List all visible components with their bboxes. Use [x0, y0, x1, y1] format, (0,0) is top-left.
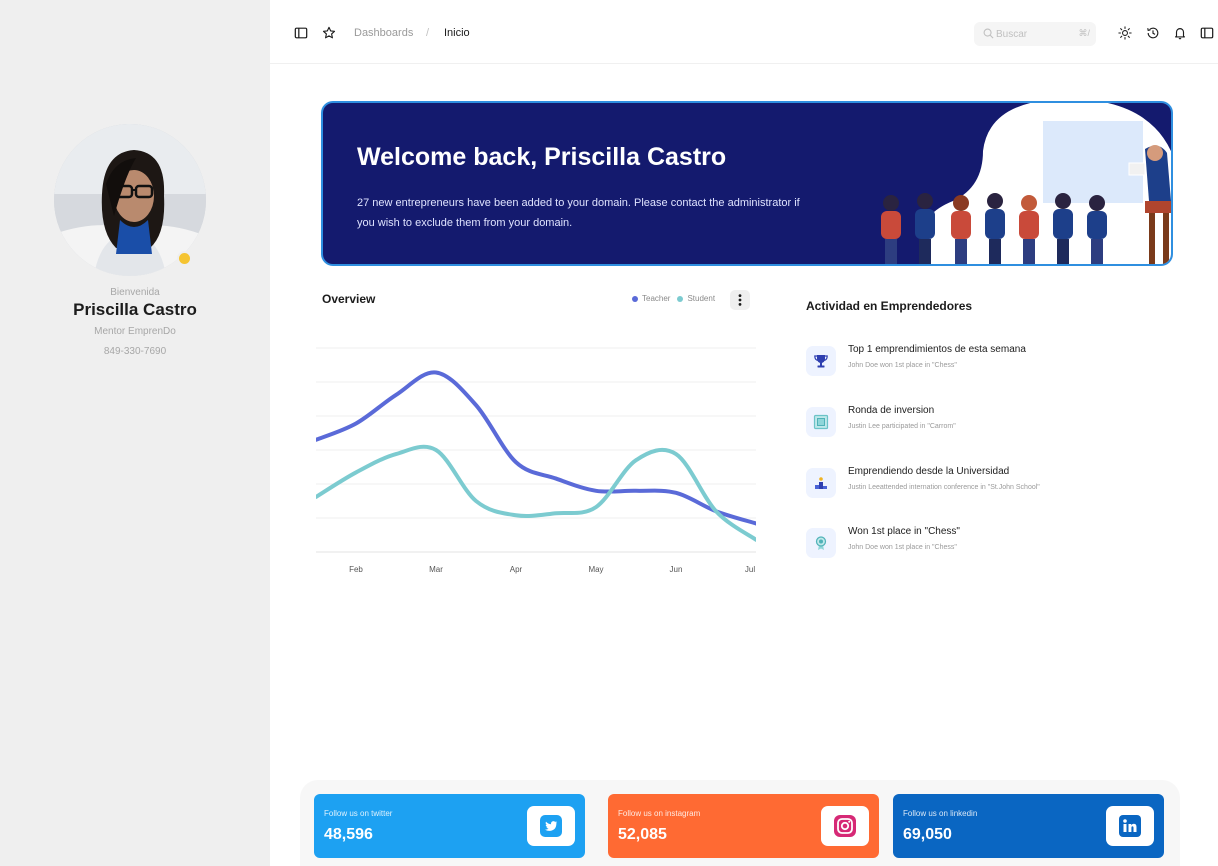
chart-more-button[interactable] — [730, 290, 750, 310]
instagram-card[interactable]: Follow us on instagram 52,085 — [608, 794, 879, 858]
user-phone: 849-330-7690 — [103, 346, 167, 357]
instagram-icon[interactable] — [821, 806, 869, 846]
activity-item[interactable]: Ronda de inversion Justin Lee participat… — [806, 405, 1186, 445]
twitter-icon[interactable] — [527, 806, 575, 846]
activity-desc: John Doe won 1st place in "Chess" — [848, 544, 957, 551]
x-tick-label: Jul — [745, 565, 755, 574]
trophy-icon — [806, 346, 836, 376]
user-role: Mentor EmprenDo — [94, 326, 176, 337]
online-status-dot — [177, 251, 192, 266]
overview-title: Overview — [322, 292, 376, 306]
instagram-count: 52,085 — [618, 826, 667, 843]
instagram-label: Follow us on instagram — [618, 809, 701, 818]
search-box[interactable]: ⌘/ — [974, 22, 1096, 46]
activity-title-text: Won 1st place in "Chess" — [848, 526, 960, 537]
series-line-teacher — [316, 370, 756, 526]
search-shortcut: ⌘/ — [1078, 28, 1090, 38]
theme-sun-icon[interactable] — [1118, 26, 1132, 40]
medal-icon — [806, 528, 836, 558]
activity-desc: Justin Lee participated in "Carrom" — [848, 423, 956, 430]
activity-title-text: Emprendiendo desde la Universidad — [848, 466, 1010, 477]
legend-student-label: Student — [687, 294, 716, 303]
bell-icon[interactable] — [1173, 26, 1187, 40]
chart-legend: Teacher Student — [632, 294, 722, 303]
activity-item[interactable]: Emprendiendo desde la Universidad Justin… — [806, 466, 1186, 506]
sidebar-toggle-icon[interactable] — [294, 26, 308, 40]
more-vertical-icon — [738, 294, 742, 306]
activity-title-text: Top 1 emprendimientos de esta semana — [848, 344, 1026, 355]
activity-title: Actividad en Emprendedores — [806, 299, 973, 313]
panel-toggle-icon[interactable] — [1200, 26, 1214, 40]
activity-item[interactable]: Won 1st place in "Chess" John Doe won 1s… — [806, 526, 1186, 566]
welcome-label: Bienvenida — [110, 287, 160, 298]
x-tick-label: Jun — [670, 565, 683, 574]
legend-teacher: Teacher — [632, 294, 670, 303]
linkedin-label: Follow us on linkedin — [903, 809, 978, 818]
linkedin-card[interactable]: Follow us on linkedin 69,050 — [893, 794, 1164, 858]
x-tick-label: Mar — [429, 565, 443, 574]
legend-teacher-label: Teacher — [642, 294, 671, 303]
classroom-illustration — [881, 103, 1171, 264]
linkedin-count: 69,050 — [903, 826, 952, 843]
history-icon[interactable] — [1146, 26, 1160, 40]
banner-text: 27 new entrepreneurs have been added to … — [357, 197, 800, 229]
series-line-student — [316, 444, 756, 542]
breadcrumb-inicio: Inicio — [444, 27, 470, 39]
overview-chart: Feb Mar Apr May Jun Jul — [316, 347, 756, 574]
podium-icon — [806, 468, 836, 498]
search-input[interactable] — [996, 22, 1068, 46]
twitter-count: 48,596 — [324, 826, 373, 843]
welcome-banner: Welcome back, Priscilla Castro 27 new en… — [321, 101, 1173, 266]
breadcrumb-separator: / — [426, 27, 430, 39]
x-tick-label: Feb — [349, 565, 363, 574]
activity-desc: Justin Leeattended internation conferenc… — [848, 484, 1040, 491]
linkedin-icon[interactable] — [1106, 806, 1154, 846]
activity-title-text: Ronda de inversion — [848, 405, 935, 416]
avatar[interactable] — [54, 124, 206, 276]
activity-item[interactable]: Top 1 emprendimientos de esta semana Joh… — [806, 344, 1186, 384]
x-tick-label: Apr — [510, 565, 523, 574]
x-tick-label: May — [588, 565, 603, 574]
legend-student-swatch — [677, 295, 684, 302]
breadcrumb-dashboards[interactable]: Dashboards — [354, 27, 413, 39]
search-icon — [983, 28, 994, 39]
sidebar: Bienvenida Priscilla Castro Mentor Empre… — [0, 0, 270, 866]
legend-student: Student — [677, 294, 715, 303]
twitter-card[interactable]: Follow us on twitter 48,596 — [314, 794, 585, 858]
star-icon[interactable] — [322, 26, 336, 40]
legend-teacher-swatch — [632, 295, 638, 302]
topbar: Dashboards / Inicio ⌘/ — [270, 0, 1218, 64]
banner-title: Welcome back, Priscilla Castro — [357, 143, 727, 171]
activity-desc: John Doe won 1st place in "Chess" — [848, 362, 957, 369]
twitter-label: Follow us on twitter — [324, 809, 393, 818]
user-name: Priscilla Castro — [73, 300, 197, 319]
frame-icon — [806, 407, 836, 437]
